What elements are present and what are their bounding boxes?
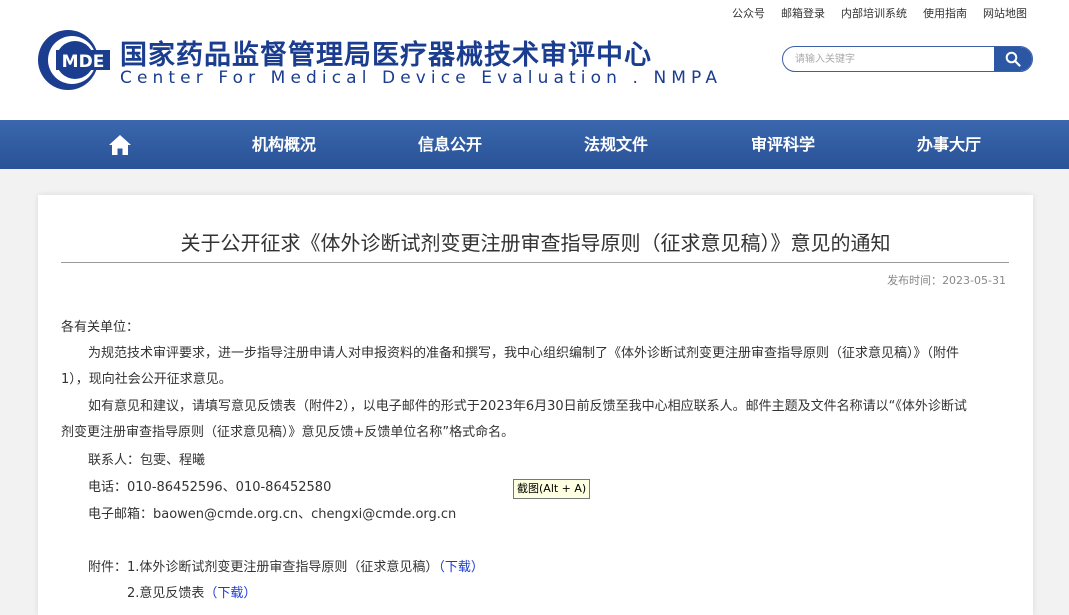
top-link-sitemap[interactable]: 网站地图 <box>983 5 1027 21</box>
search-button[interactable] <box>994 47 1032 71</box>
nav-item-regulations[interactable]: 法规文件 <box>584 120 648 169</box>
title-divider <box>61 262 1009 263</box>
top-link-wechat[interactable]: 公众号 <box>732 5 765 21</box>
publish-date-value: 2023-05-31 <box>942 274 1006 287</box>
nav-item-service-hall[interactable]: 办事大厅 <box>917 120 981 169</box>
nav-home[interactable] <box>107 120 133 169</box>
mde-logo[interactable]: MDE <box>36 28 112 92</box>
attachment-2-name: 2.意见反馈表 <box>127 586 205 601</box>
nav-item-review-science[interactable]: 审评科学 <box>751 120 815 169</box>
search-icon <box>1005 51 1021 67</box>
header: 公众号 邮箱登录 内部培训系统 使用指南 网站地图 MDE 国家药品监督管理局医… <box>0 0 1069 120</box>
attachments-label: 附件： <box>88 560 128 575</box>
publish-date: 发布时间：2023-05-31 <box>887 272 1006 288</box>
home-icon <box>109 134 131 155</box>
search-box <box>782 46 1033 72</box>
article-title: 关于公开征求《体外诊断试剂变更注册审查指导原则（征求意见稿）》意见的通知 <box>180 231 891 255</box>
screenshot-tooltip: 截图(Alt + A) <box>513 479 591 499</box>
search-input[interactable] <box>795 51 985 67</box>
top-link-training-system[interactable]: 内部培训系统 <box>841 5 907 21</box>
paragraph-2-line-2: 剂变更注册审查指导原则（征求意见稿）》意见反馈+反馈单位名称”格式命名。 <box>61 425 515 440</box>
contact-persons: 联系人：包雯、程曦 <box>88 453 206 468</box>
nav-item-about[interactable]: 机构概况 <box>252 120 316 169</box>
attachment-2-download-link[interactable]: （下载） <box>204 586 256 601</box>
attachment-1: 附件：1.体外诊断试剂变更注册审查指导原则（征求意见稿）（下载） <box>88 556 484 575</box>
attachment-1-name: 1.体外诊断试剂变更注册审查指导原则（征求意见稿） <box>127 560 439 575</box>
site-name-cn: 国家药品监督管理局医疗器械技术审评中心 <box>120 40 652 71</box>
top-link-user-guide[interactable]: 使用指南 <box>923 5 967 21</box>
main-nav: 机构概况 信息公开 法规文件 审评科学 办事大厅 <box>0 120 1069 169</box>
contact-phone: 电话：010-86452596、010-86452580 <box>88 480 332 495</box>
salutation: 各有关单位： <box>61 320 140 335</box>
paragraph-1-line-1: 为规范技术审评要求，进一步指导注册申请人对申报资料的准备和撰写，我中心组织编制了… <box>88 346 960 361</box>
attachment-2: 2.意见反馈表（下载） <box>127 582 256 601</box>
attachment-1-download-link[interactable]: （下载） <box>438 560 484 575</box>
paragraph-2-line-1: 如有意见和建议，请填写意见反馈表（附件2），以电子邮件的形式于2023年6月30… <box>88 399 967 414</box>
top-link-mail-login[interactable]: 邮箱登录 <box>781 5 825 21</box>
contact-email: 电子邮箱：baowen@cmde.org.cn、chengxi@cmde.org… <box>88 507 457 522</box>
nav-item-info-disclosure[interactable]: 信息公开 <box>418 120 482 169</box>
publish-date-label: 发布时间： <box>887 274 943 287</box>
paragraph-1-line-2: 1），现向社会公开征求意见。 <box>61 372 232 387</box>
logo-text: MDE <box>62 52 105 72</box>
site-name-en: Center For Medical Device Evaluation . N… <box>120 68 723 88</box>
top-links: 公众号 邮箱登录 内部培训系统 使用指南 网站地图 <box>732 5 1027 21</box>
article-card: 关于公开征求《体外诊断试剂变更注册审查指导原则（征求意见稿）》意见的通知 发布时… <box>38 195 1033 615</box>
